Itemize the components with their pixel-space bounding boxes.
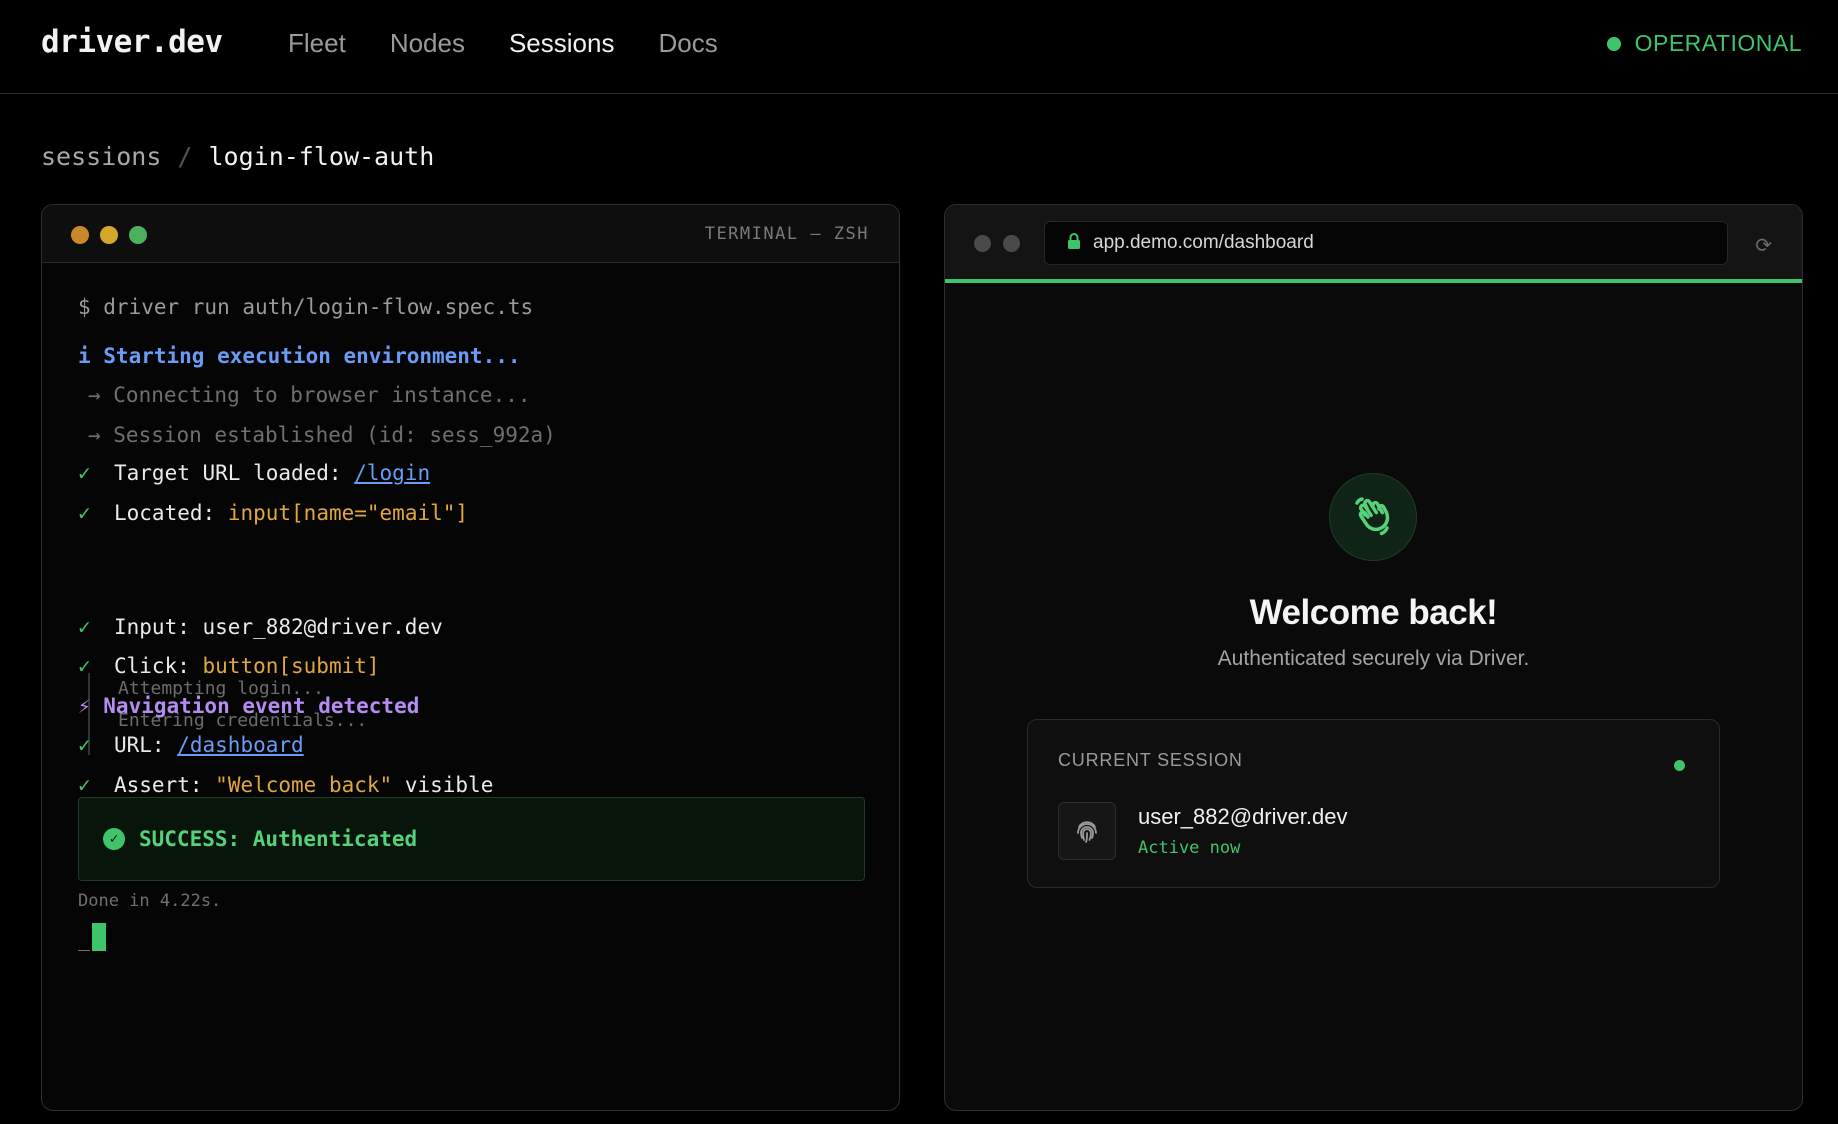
welcome-subtitle: Authenticated securely via Driver. <box>1217 647 1530 670</box>
cursor-block <box>92 923 107 951</box>
session-email: user_882@driver.dev <box>1138 804 1348 829</box>
welcome-heading: Welcome back! <box>1249 593 1498 632</box>
nav-docs[interactable]: Docs <box>658 28 717 59</box>
check-icon: ✓ <box>78 501 91 525</box>
status-label: OPERATIONAL <box>1634 30 1802 56</box>
terminal-panel: TERMINAL — ZSH $ driver run auth/login-f… <box>41 204 900 1111</box>
breadcrumb-current: login-flow-auth <box>208 142 435 171</box>
session-card-label: CURRENT SESSION <box>1058 750 1243 770</box>
close-window-icon[interactable] <box>71 226 89 244</box>
log-click: ✓ Click: button[submit] <box>78 654 380 678</box>
log-target-url: ✓ Target URL loaded: /login <box>78 461 430 485</box>
browser-close-icon[interactable] <box>974 235 991 252</box>
waving-hand-icon <box>1329 473 1417 561</box>
login-link[interactable]: /login <box>354 461 430 485</box>
input-value: user_882@driver.dev <box>202 615 443 639</box>
check-icon: ✓ <box>78 461 91 485</box>
browser-toolbar: app.demo.com/dashboard ⟳ <box>945 205 1802 283</box>
url-text: app.demo.com/dashboard <box>1093 232 1314 253</box>
maximize-window-icon[interactable] <box>129 226 147 244</box>
check-icon: ✓ <box>78 733 91 757</box>
logo[interactable]: driver.dev <box>41 24 223 60</box>
log-label: URL: <box>114 733 165 757</box>
log-url: ✓ URL: /dashboard <box>78 733 304 757</box>
prompt-underscore: _ <box>78 927 91 951</box>
lock-icon <box>1067 232 1081 254</box>
selector-value: input[name="email"] <box>227 501 469 525</box>
log-label: Click: <box>114 654 190 678</box>
step-connecting: → Connecting to browser instance... <box>88 383 531 407</box>
check-icon: ✓ <box>78 654 91 678</box>
terminal-prompt[interactable]: _ <box>78 923 107 951</box>
log-input: ✓ Input: user_882@driver.dev <box>78 615 443 639</box>
assert-suffix: visible <box>404 773 494 797</box>
minimize-window-icon[interactable] <box>100 226 118 244</box>
browser-panel: app.demo.com/dashboard ⟳ Welcome back! A… <box>944 204 1803 1111</box>
session-status: Active now <box>1138 838 1241 858</box>
fingerprint-icon <box>1058 802 1116 860</box>
log-label: Located: <box>114 501 216 525</box>
status-dot-icon <box>1606 36 1621 51</box>
top-navbar: driver.dev Fleet Nodes Sessions Docs OPE… <box>0 0 1838 94</box>
nav-fleet[interactable]: Fleet <box>288 28 346 59</box>
command-line: $ driver run auth/login-flow.spec.ts <box>78 295 534 319</box>
success-check-icon: ✓ <box>103 828 125 850</box>
terminal-title: TERMINAL — ZSH <box>704 224 869 244</box>
success-text: SUCCESS: Authenticated <box>139 827 418 851</box>
log-label: Assert: <box>114 773 203 797</box>
current-session-card: CURRENT SESSION user_882@driver.dev Acti… <box>1027 719 1720 888</box>
dashboard-link[interactable]: /dashboard <box>177 733 303 757</box>
breadcrumb: sessions / login-flow-auth <box>41 142 434 171</box>
done-line: Done in 4.22s. <box>78 891 222 911</box>
browser-window-controls <box>974 235 1020 252</box>
reload-icon[interactable]: ⟳ <box>1755 233 1772 258</box>
log-located: ✓ Located: input[name="email"] <box>78 501 468 525</box>
info-line: i Starting execution environment... <box>78 344 521 368</box>
terminal-titlebar: TERMINAL — ZSH <box>42 205 899 263</box>
navigation-event: ⚡ Navigation event detected <box>78 694 420 718</box>
address-bar[interactable]: app.demo.com/dashboard <box>1044 221 1728 265</box>
click-selector: button[submit] <box>202 654 380 678</box>
system-status: OPERATIONAL <box>1606 30 1802 57</box>
assert-value: "Welcome back" <box>215 773 393 797</box>
step-session: → Session established (id: sess_992a) <box>88 423 556 447</box>
check-icon: ✓ <box>78 773 91 797</box>
breadcrumb-separator: / <box>177 142 193 171</box>
main-nav: Fleet Nodes Sessions Docs <box>288 28 718 59</box>
success-banner: ✓ SUCCESS: Authenticated <box>78 797 865 881</box>
check-icon: ✓ <box>78 615 91 639</box>
breadcrumb-parent[interactable]: sessions <box>41 142 161 171</box>
log-label: Input: <box>114 615 190 639</box>
log-label: Target URL loaded: <box>114 461 342 485</box>
nav-sessions[interactable]: Sessions <box>509 28 615 59</box>
nav-nodes[interactable]: Nodes <box>390 28 465 59</box>
browser-minimize-icon[interactable] <box>1003 235 1020 252</box>
session-live-dot-icon <box>1674 760 1685 771</box>
log-assert: ✓ Assert: "Welcome back" visible <box>78 773 493 797</box>
window-controls <box>71 226 147 244</box>
